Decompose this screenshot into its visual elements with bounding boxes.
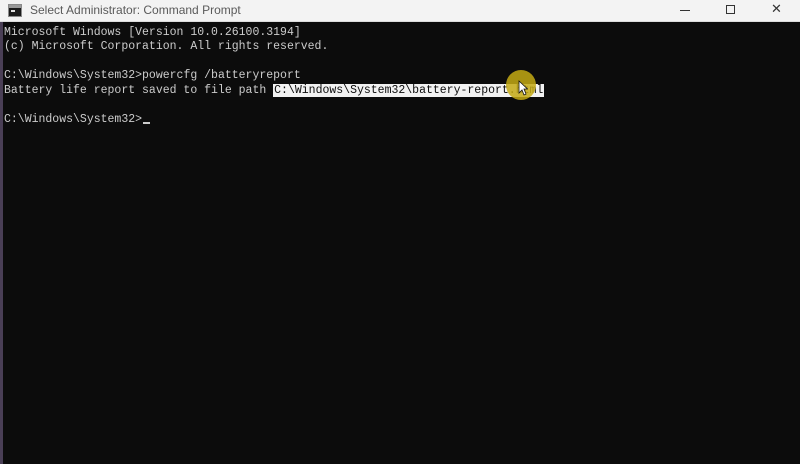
minimize-button[interactable] xyxy=(662,0,708,22)
result-message: Battery life report saved to file path xyxy=(4,84,274,97)
maximize-button[interactable] xyxy=(708,0,754,22)
command-prompt-window: Select Administrator: Command Prompt ✕ M… xyxy=(0,0,800,464)
version-line: Microsoft Windows [Version 10.0.26100.31… xyxy=(4,26,301,39)
text-cursor xyxy=(143,122,151,124)
selected-file-path[interactable]: C:\Windows\System32\battery-report.html xyxy=(273,84,545,97)
window-title: Select Administrator: Command Prompt xyxy=(30,3,241,17)
close-icon: ✕ xyxy=(771,2,782,17)
current-prompt-path: C:\Windows\System32> xyxy=(4,113,143,126)
command-prompt-icon[interactable] xyxy=(8,4,22,17)
window-left-border xyxy=(0,22,3,464)
prompt-path: C:\Windows\System32> xyxy=(4,69,143,82)
current-prompt-line[interactable]: C:\Windows\System32> xyxy=(4,112,151,127)
console-output[interactable]: Microsoft Windows [Version 10.0.26100.31… xyxy=(4,22,794,462)
entered-command: powercfg /batteryreport xyxy=(142,69,301,82)
maximize-icon xyxy=(726,5,735,14)
mouse-pointer-icon xyxy=(518,80,528,96)
title-bar[interactable]: Select Administrator: Command Prompt ✕ xyxy=(0,0,800,22)
minimize-icon xyxy=(680,10,690,11)
result-line: Battery life report saved to file path C… xyxy=(4,83,545,98)
copyright-line: (c) Microsoft Corporation. All rights re… xyxy=(4,40,329,53)
close-button[interactable]: ✕ xyxy=(754,0,800,22)
command-line: C:\Windows\System32>powercfg /batteryrep… xyxy=(4,68,301,83)
